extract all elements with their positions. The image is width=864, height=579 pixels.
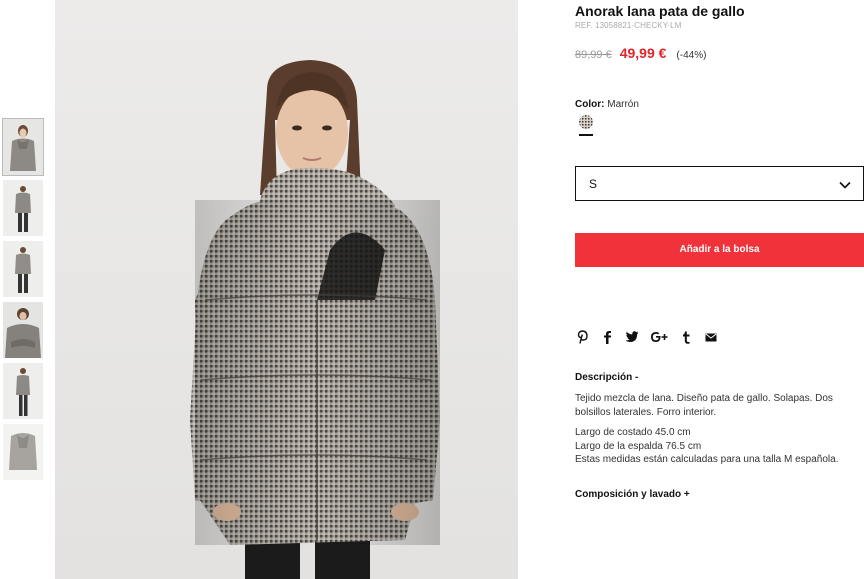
sale-price: 49,99 €: [619, 45, 667, 61]
product-reference: REF. 13058821-CHECKY-LM: [575, 21, 682, 30]
description-text: Tejido mezcla de lana. Diseño pata de ga…: [575, 393, 833, 418]
google-plus-icon[interactable]: [650, 330, 668, 344]
thumbnail-2[interactable]: [3, 180, 43, 236]
product-title: Anorak lana pata de gallo: [575, 3, 745, 19]
twitter-icon[interactable]: [625, 330, 639, 344]
color-selector-label: Color: Marrón: [575, 99, 639, 110]
tumblr-icon[interactable]: [679, 330, 693, 344]
discount-badge: (-44%): [676, 50, 707, 61]
chevron-down-icon: [839, 178, 851, 190]
size-select[interactable]: S: [575, 166, 864, 201]
color-swatch-marron[interactable]: [579, 115, 593, 129]
color-label: Color:: [575, 99, 605, 110]
size-selected-value: S: [589, 177, 598, 191]
product-main-image[interactable]: [55, 0, 518, 579]
thumbnail-1[interactable]: [2, 118, 44, 176]
description-measures: Largo de costado 45.0 cm Largo de la esp…: [575, 426, 864, 467]
measure-note: Estas medidas están calculadas para una …: [575, 454, 839, 465]
facebook-icon[interactable]: [600, 330, 614, 344]
thumbnail-6[interactable]: [3, 424, 43, 480]
selected-swatch-indicator: [579, 134, 593, 136]
price-block: 89,99 € 49,99 € (-44%): [575, 45, 706, 61]
measure-line: Largo de la espalda 76.5 cm: [575, 440, 702, 452]
thumbnail-3[interactable]: [3, 241, 43, 297]
description-toggle[interactable]: Descripción -: [575, 372, 638, 383]
measure-line: Largo de costado 45.0 cm: [575, 427, 691, 438]
pinterest-icon[interactable]: [575, 330, 589, 344]
share-icons: [575, 330, 729, 344]
thumbnail-5[interactable]: [3, 363, 43, 419]
thumbnail-gallery: [2, 118, 44, 485]
thumbnail-4[interactable]: [3, 302, 43, 358]
add-to-bag-button[interactable]: Añadir a la bolsa: [575, 233, 864, 267]
email-icon[interactable]: [704, 330, 718, 344]
original-price: 89,99 €: [575, 49, 612, 61]
color-value: Marrón: [607, 99, 639, 110]
composition-toggle[interactable]: Composición y lavado +: [575, 489, 690, 500]
